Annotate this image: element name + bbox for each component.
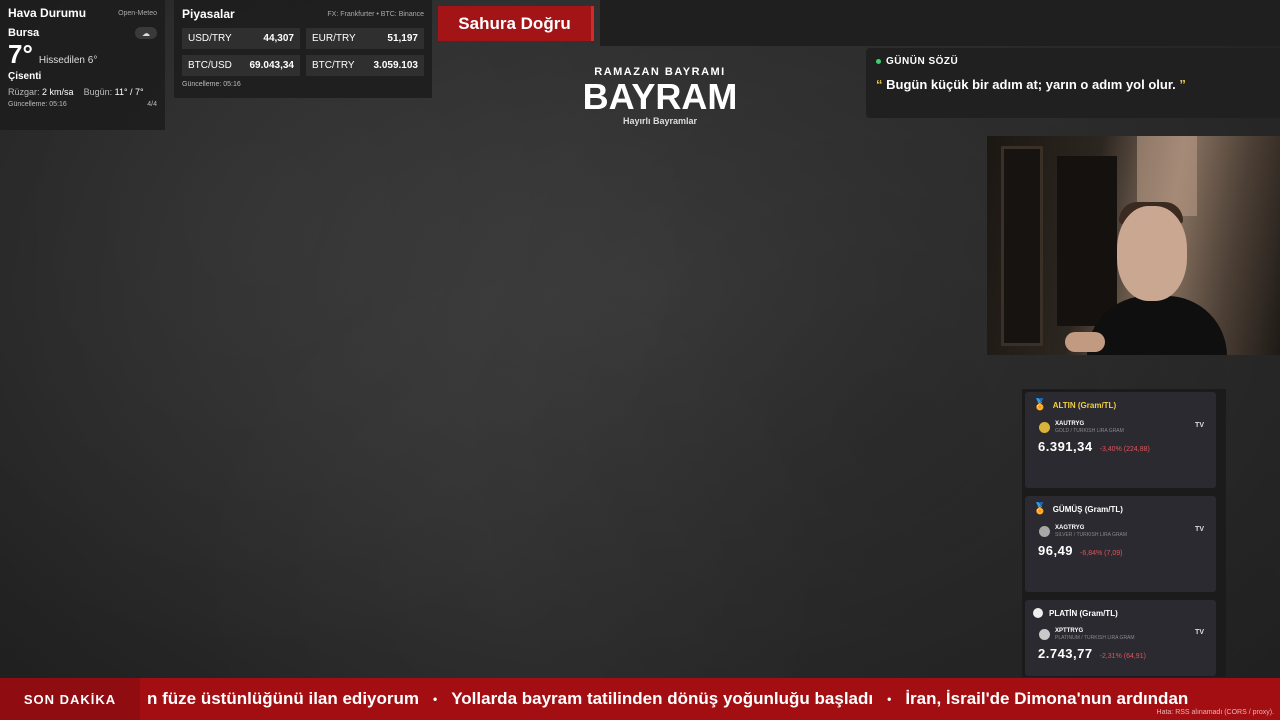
banner-wish: Hayırlı Bayramlar: [622, 116, 698, 126]
metal-description: SILVER / TURKISH LIRA GRAM: [1055, 532, 1128, 538]
market-label: BTC/USD: [188, 60, 232, 71]
metal-change: -6,84% (7,09): [1080, 550, 1123, 557]
market-value: 69.043,34: [249, 60, 295, 71]
quote-text-row: “ Bugün küçük bir adım at; yarın o adım …: [876, 77, 1270, 92]
metal-change: -3,40% (224,88): [1099, 446, 1150, 453]
news-ticker: n füze üstünlüğünü ilan ediyorum • Yolla…: [0, 678, 1280, 720]
banner-title: BAYRAM: [582, 76, 738, 117]
ticker-item: n füze üstünlüğünü ilan ediyorum: [147, 689, 419, 708]
quote-of-the-day: GÜNÜN SÖZÜ “ Bugün küçük bir adım at; ya…: [866, 48, 1280, 118]
weather-feels-like: Hissedilen 6°: [38, 55, 98, 66]
ticker-separator: •: [887, 692, 892, 706]
metal-symbol: XAGTRYG: [1055, 525, 1085, 531]
tradingview-icon[interactable]: TV: [1195, 526, 1204, 533]
market-eur-try: EUR/TRY 51,197: [306, 28, 424, 49]
weather-widget: Hava Durumu Open-Meteo Bursa ☁ 7° Hissed…: [0, 0, 165, 130]
ticker-item: Yollarda bayram tatilinden dönüş yoğunlu…: [451, 689, 874, 708]
ticker-separator: •: [433, 692, 438, 706]
weather-wind-row: Rüzgar: 2 km/sa Bugün: 11° / 7°: [8, 87, 157, 97]
webcam-background-door: [1001, 146, 1043, 346]
quote-close-mark: ”: [1179, 77, 1186, 92]
ticker-item: İran, İsrail'de Dimona'nun ardından: [905, 689, 1189, 708]
metal-description: PLATINUM / TURKISH LIRA GRAM: [1055, 635, 1135, 641]
weather-updated: Güncelleme: 05:16: [8, 101, 67, 108]
silver-medal-icon: 🏅: [1033, 503, 1047, 515]
weather-temperature: 7°: [8, 39, 33, 69]
market-value: 44,307: [263, 33, 294, 44]
metal-title: PLATİN (Gram/TL): [1049, 608, 1118, 618]
market-label: USD/TRY: [188, 33, 232, 44]
weather-source: Open-Meteo: [118, 9, 157, 17]
webcam-person-head: [1117, 206, 1187, 301]
holiday-banner: RAMAZAN BAYRAMI BAYRAM Hayırlı Bayramlar: [560, 66, 760, 126]
markets-source: FX: Frankfurter • BTC: Binance: [327, 10, 424, 18]
platinum-circle-icon: [1033, 608, 1043, 618]
metal-change: -2,31% (64,91): [1099, 653, 1146, 660]
wind-value: 2 km/sa: [42, 87, 74, 97]
market-btc-try: BTC/TRY 3.059.103: [306, 55, 424, 76]
markets-widget: Piyasalar FX: Frankfurter • BTC: Binance…: [174, 0, 432, 98]
countdown-badge: Sahura Doğru: [438, 6, 594, 41]
metal-card-platinum: PLATİN (Gram/TL) XPTTRYG PLATINUM / TURK…: [1025, 600, 1216, 676]
quote-open-mark: “: [876, 77, 883, 92]
market-value: 51,197: [387, 33, 418, 44]
weather-title: Hava Durumu: [8, 6, 87, 20]
ticker-track: n füze üstünlüğünü ilan ediyorum • Yolla…: [147, 678, 1188, 720]
weather-page-indicator: 4/4: [147, 101, 157, 108]
metal-price: 96,49: [1038, 543, 1074, 558]
metal-symbol: XAUTRYG: [1055, 421, 1085, 427]
market-btc-usd: BTC/USD 69.043,34: [182, 55, 300, 76]
wind-label: Rüzgar:: [8, 87, 40, 97]
metal-price: 2.743,77: [1038, 646, 1093, 661]
markets-updated: Güncelleme: 05:16: [182, 81, 241, 88]
silver-coin-icon: [1039, 526, 1050, 537]
tradingview-icon[interactable]: TV: [1195, 629, 1204, 636]
webcam-feed: [987, 136, 1280, 355]
cloud-icon: ☁: [135, 27, 157, 39]
webcam-person-hand: [1065, 332, 1105, 352]
live-dot-icon: [876, 59, 881, 64]
tradingview-icon[interactable]: TV: [1195, 422, 1204, 429]
quote-text: Bugün küçük bir adım at; yarın o adım yo…: [886, 77, 1176, 92]
weather-city: Bursa: [8, 27, 40, 39]
gold-medal-icon: 🏅: [1033, 399, 1047, 411]
today-value: 11° / 7°: [114, 87, 144, 97]
market-value: 3.059.103: [373, 60, 419, 71]
metal-title: ALTIN (Gram/TL): [1052, 401, 1117, 410]
platinum-coin-icon: [1039, 629, 1050, 640]
ticker-label: SON DAKİKA: [0, 678, 140, 720]
market-usd-try: USD/TRY 44,307: [182, 28, 300, 49]
metal-price: 6.391,34: [1038, 439, 1093, 454]
metal-description: GOLD / TURKISH LIRA GRAM: [1055, 428, 1124, 434]
metal-card-gold: 🏅 ALTIN (Gram/TL) XAUTRYG GOLD / TURKISH…: [1025, 392, 1216, 488]
quote-label: GÜNÜN SÖZÜ: [886, 56, 959, 67]
markets-title: Piyasalar: [182, 7, 235, 21]
market-label: EUR/TRY: [312, 33, 356, 44]
ticker-error: Hata: RSS alınamadı (CORS / proxy).: [1156, 709, 1274, 716]
gold-coin-icon: [1039, 422, 1050, 433]
weather-condition: Çisenti: [8, 71, 42, 82]
metal-symbol: XPTTRYG: [1055, 628, 1084, 634]
metal-card-silver: 🏅 GÜMÜŞ (Gram/TL) XAGTRYG SILVER / TURKI…: [1025, 496, 1216, 592]
webcam-background-shelf: [1057, 156, 1117, 326]
market-label: BTC/TRY: [312, 60, 355, 71]
today-label: Bugün:: [83, 87, 113, 97]
top-strip: [600, 0, 1280, 46]
metal-title: GÜMÜŞ (Gram/TL): [1052, 505, 1123, 514]
